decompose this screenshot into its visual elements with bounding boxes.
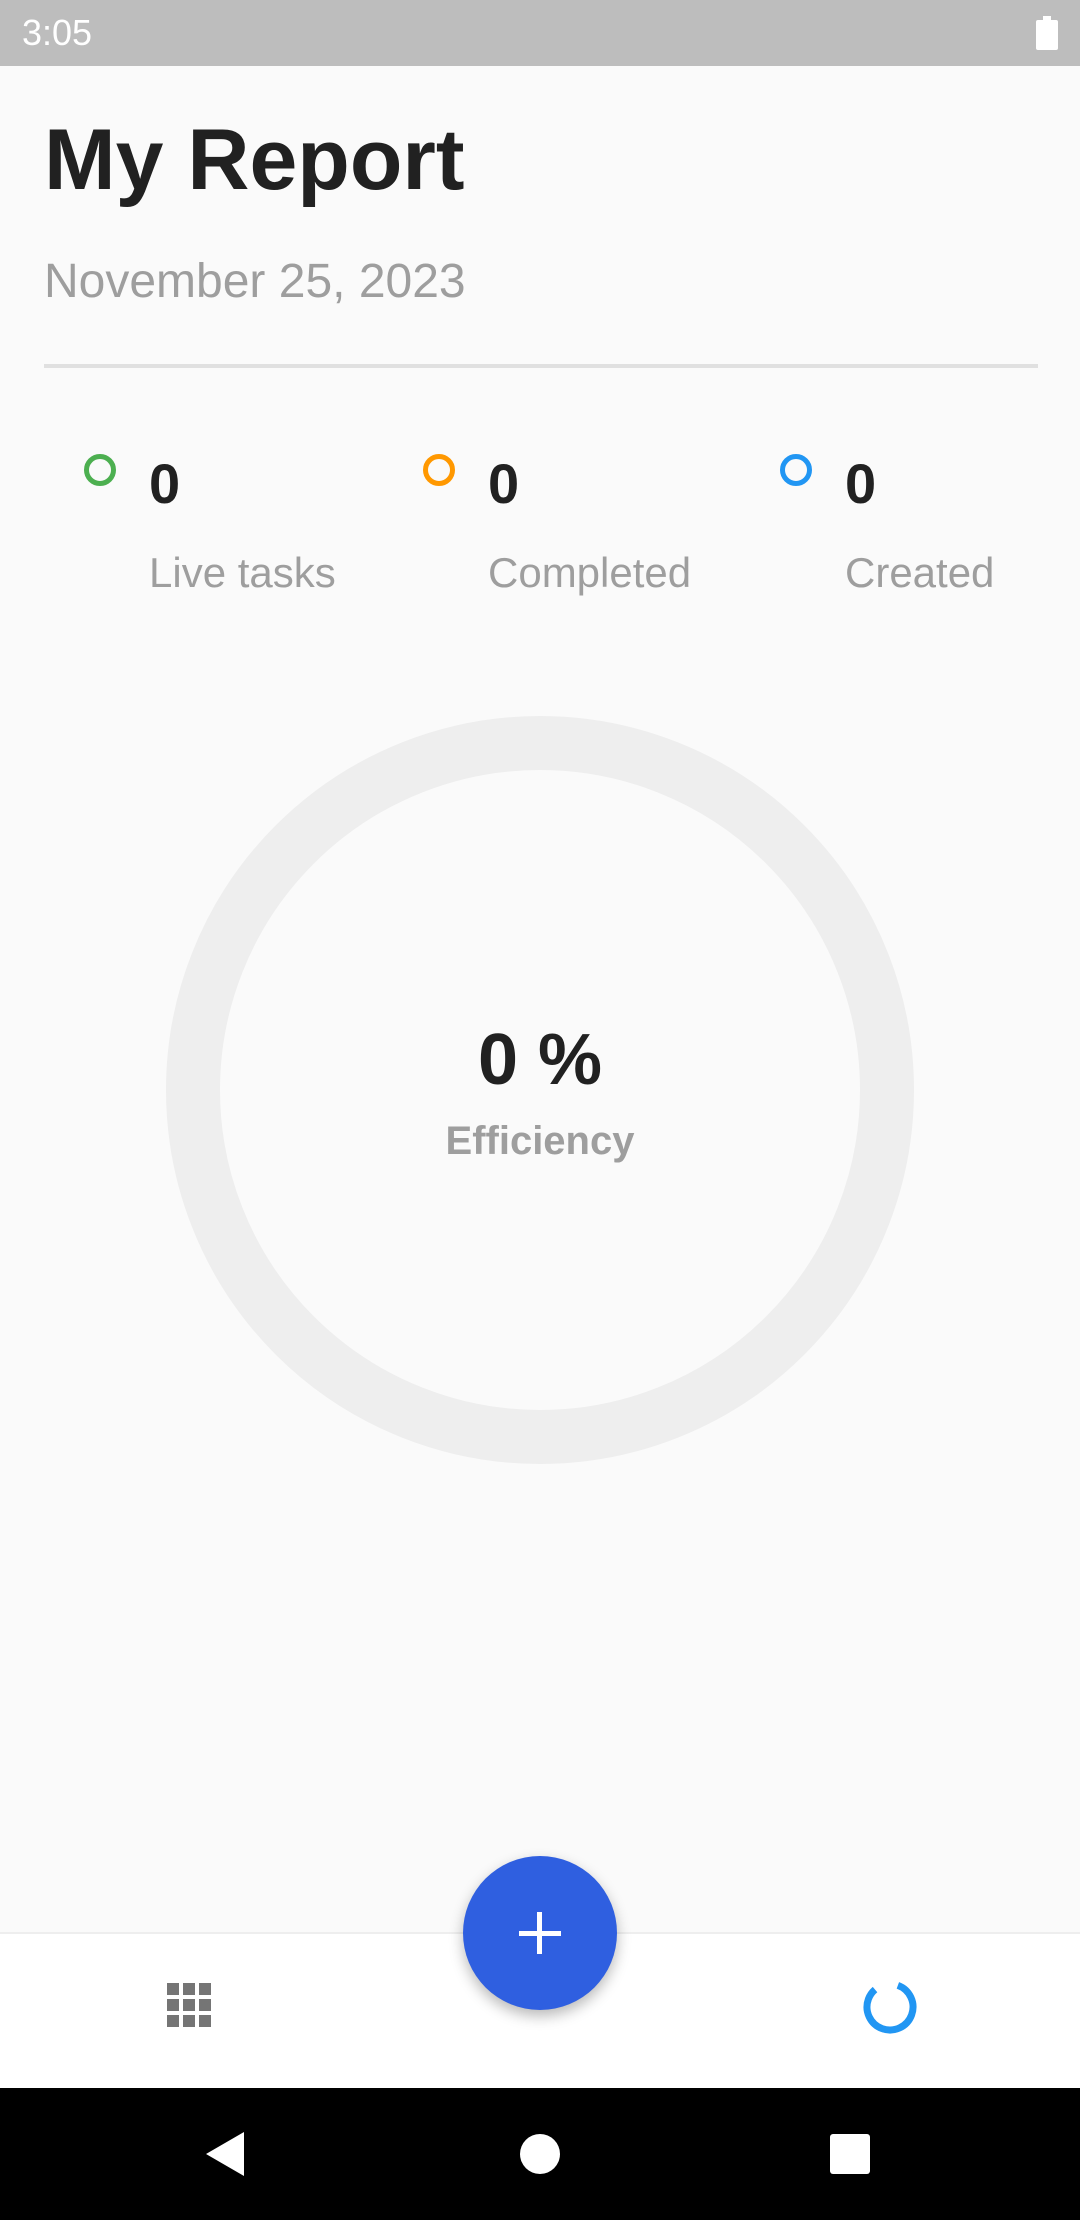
created-label: Created [845, 549, 995, 596]
status-time: 3:05 [22, 12, 93, 53]
report-icon[interactable] [862, 1979, 918, 2035]
live-tasks-indicator-icon [84, 454, 116, 486]
completed-indicator-icon [423, 454, 455, 486]
live-tasks-count: 0 [149, 452, 181, 515]
created-indicator-icon [780, 454, 812, 486]
created-count: 0 [845, 452, 877, 515]
screen: 3:05 My Report November 25, 2023 0 Live … [0, 0, 1080, 2220]
recents-icon[interactable] [830, 2134, 870, 2174]
back-icon[interactable] [204, 2130, 248, 2178]
add-task-button[interactable] [463, 1856, 617, 2010]
status-bar: 3:05 [0, 0, 1080, 66]
grid-icon[interactable] [167, 1983, 211, 2027]
home-icon[interactable] [520, 2134, 560, 2174]
report-date: November 25, 2023 [44, 255, 466, 308]
battery-icon [1036, 16, 1058, 50]
live-tasks-label: Live tasks [149, 549, 336, 596]
efficiency-value: 0 % [477, 1020, 603, 1100]
completed-count: 0 [488, 452, 520, 515]
page-title: My Report [44, 112, 465, 208]
completed-label: Completed [488, 549, 692, 596]
divider [44, 364, 1038, 368]
efficiency-label: Efficiency [445, 1119, 635, 1163]
